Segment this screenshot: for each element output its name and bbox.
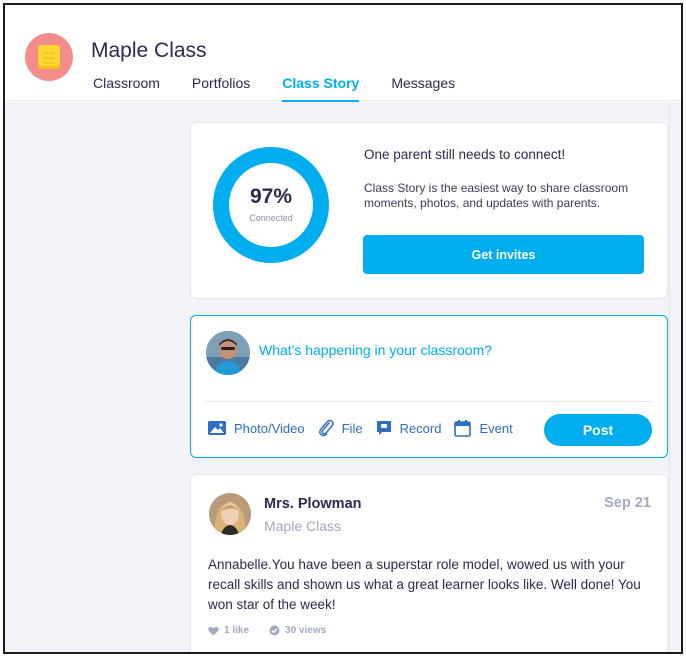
tab-messages[interactable]: Messages: [391, 75, 455, 101]
notepad-icon: [38, 45, 60, 69]
connected-label: Connected: [249, 213, 293, 223]
invite-heading: One parent still needs to connect!: [364, 147, 566, 162]
story-post: Mrs. Plowman Maple Class Sep 21 Annabell…: [190, 474, 668, 652]
post-author[interactable]: Mrs. Plowman: [264, 496, 362, 512]
invite-description: Class Story is the easiest way to share …: [364, 181, 629, 210]
class-header: Maple Class Classroom Portfolios Class S…: [5, 5, 681, 102]
author-avatar[interactable]: [209, 493, 251, 535]
side-panel-edge: [669, 102, 681, 652]
teacher-photo-icon: [206, 331, 250, 375]
photo-video-label: Photo/Video: [234, 420, 305, 436]
connected-percent: 97%: [249, 185, 293, 208]
parent-invite-card: 97% Connected One parent still needs to …: [190, 122, 668, 299]
class-title: Maple Class: [91, 39, 207, 62]
record-label: Record: [399, 420, 442, 436]
views-count: 30 views: [285, 625, 327, 636]
like-button[interactable]: 1 like: [208, 625, 249, 636]
teacher-avatar: [206, 331, 250, 375]
post-class: Maple Class: [264, 518, 342, 534]
tab-portfolios[interactable]: Portfolios: [192, 75, 250, 101]
composer-divider: [206, 401, 652, 402]
photo-video-button[interactable]: Photo/Video: [208, 421, 305, 436]
file-button[interactable]: File: [318, 419, 363, 437]
post-date: Sep 21: [604, 495, 651, 511]
calendar-icon: [454, 419, 472, 437]
event-button[interactable]: Event: [454, 419, 513, 437]
post-composer: What's happening in your classroom? Phot…: [190, 315, 668, 458]
story-feed: 97% Connected One parent still needs to …: [5, 102, 681, 652]
class-tabs: Classroom Portfolios Class Story Message…: [93, 75, 487, 102]
post-button[interactable]: Post: [544, 414, 652, 446]
class-avatar[interactable]: [25, 33, 73, 81]
author-photo-icon: [209, 493, 251, 535]
likes-count: 1 like: [224, 625, 250, 636]
composer-input[interactable]: What's happening in your classroom?: [259, 342, 492, 358]
connection-ring: 97% Connected: [213, 147, 329, 263]
app-window: Maple Class Classroom Portfolios Class S…: [3, 3, 683, 654]
file-label: File: [341, 420, 363, 436]
tab-classroom[interactable]: Classroom: [93, 75, 160, 101]
views-icon: [269, 625, 280, 636]
record-icon: [376, 421, 391, 435]
get-invites-button[interactable]: Get invites: [363, 235, 644, 274]
event-label: Event: [479, 420, 513, 436]
tab-class-story[interactable]: Class Story: [282, 75, 360, 102]
image-icon: [208, 421, 226, 435]
views-indicator[interactable]: 30 views: [269, 625, 326, 636]
post-meta: 1 like 30 views: [208, 625, 346, 636]
heart-icon: [208, 626, 219, 636]
record-button[interactable]: Record: [376, 420, 442, 436]
composer-actions: Photo/Video File Record Event: [208, 419, 526, 437]
paperclip-icon: [318, 419, 334, 437]
post-body: Annabelle.You have been a superstar role…: [208, 557, 641, 612]
